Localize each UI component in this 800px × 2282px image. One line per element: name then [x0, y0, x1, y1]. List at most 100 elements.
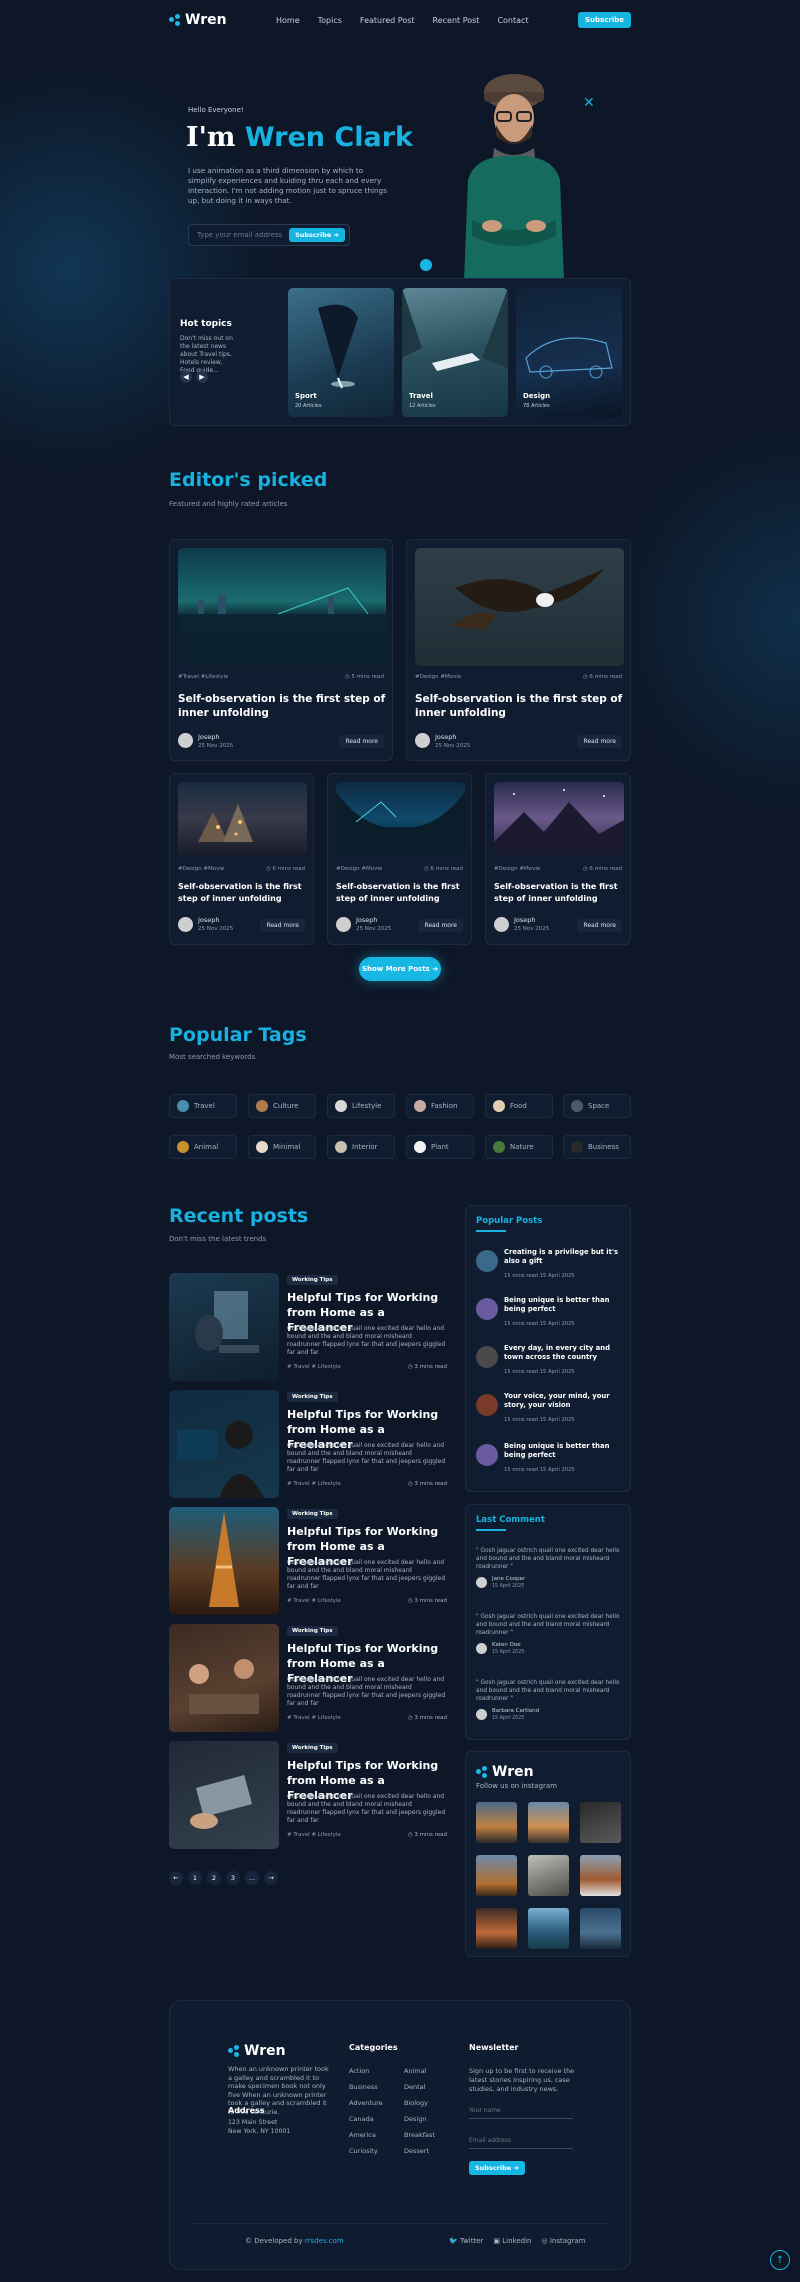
popular-post-3[interactable]: Every day, in every city and town across… — [476, 1344, 626, 1384]
read-more-button[interactable]: Read more — [260, 919, 305, 932]
recent-post-2[interactable]: Working Tips Helpful Tips for Working fr… — [169, 1390, 449, 1498]
footer-cat-link[interactable]: America — [349, 2131, 376, 2139]
last-comment-panel: Last Comment " Gosh jaguar ostrich quail… — [465, 1504, 631, 1740]
hero-subscribe-form: Type your email address Subscribe ➜ — [188, 224, 350, 246]
popular-post-2[interactable]: Being unique is better than being perfec… — [476, 1296, 626, 1336]
footer-cat-link[interactable]: Breakfast — [404, 2131, 435, 2139]
tag-lifestyle[interactable]: Lifestyle — [327, 1094, 395, 1118]
recent-post-3[interactable]: Working Tips Helpful Tips for Working fr… — [169, 1507, 449, 1615]
nav-link-recent[interactable]: Recent Post — [433, 16, 480, 25]
nav-link-contact[interactable]: Contact — [497, 16, 528, 25]
editor-card-1[interactable]: #Travel #Lifestyle ◷ 5 mins read Self-ob… — [169, 539, 393, 761]
instagram-photo[interactable] — [476, 1855, 517, 1896]
popular-post-5[interactable]: Being unique is better than being perfec… — [476, 1442, 626, 1482]
footer-cat-link[interactable]: Design — [404, 2115, 426, 2123]
footer-cat-link[interactable]: Curiosity — [349, 2147, 378, 2155]
editor-card-5[interactable]: #Design #Movie ◷ 6 mins read Self-observ… — [485, 773, 631, 945]
editor-title-4[interactable]: Self-observation is the first step of in… — [336, 881, 465, 905]
hot-topics-description: Don't miss out on the latest news about … — [180, 335, 233, 374]
twitter-link[interactable]: 🐦 Twitter — [449, 2237, 483, 2245]
page-2-button[interactable]: 2 — [207, 1871, 221, 1885]
tag-fashion[interactable]: Fashion — [406, 1094, 474, 1118]
editor-title-5[interactable]: Self-observation is the first step of in… — [494, 881, 624, 905]
tag-food[interactable]: Food — [485, 1094, 553, 1118]
editor-title-3[interactable]: Self-observation is the first step of in… — [178, 881, 307, 905]
tag-space[interactable]: Space — [563, 1094, 631, 1118]
footer-subscribe-button[interactable]: Subscribe ➜ — [469, 2161, 525, 2175]
footer-cat-link[interactable]: Action — [349, 2067, 369, 2075]
hero-subscribe-button[interactable]: Subscribe ➜ — [289, 228, 345, 242]
footer-email-input[interactable]: Email address — [469, 2137, 573, 2149]
linkedin-link[interactable]: ▣ Linkedin — [493, 2237, 531, 2245]
tag-plant[interactable]: Plant — [406, 1135, 474, 1159]
tag-interior[interactable]: Interior — [327, 1135, 395, 1159]
hero-email-input[interactable]: Type your email address — [197, 231, 289, 239]
nav-subscribe-button[interactable]: Subscribe — [578, 12, 631, 28]
arrow-right-icon: ▶ — [199, 373, 205, 381]
instagram-photo[interactable] — [528, 1908, 569, 1949]
topic-card-sport[interactable]: Sport 20 Articles — [288, 288, 394, 417]
nav-link-topics[interactable]: Topics — [318, 16, 342, 25]
instagram-photo[interactable] — [476, 1802, 517, 1843]
footer-cat-link[interactable]: Animal — [404, 2067, 427, 2075]
tag-culture[interactable]: Culture — [248, 1094, 316, 1118]
brand-logo[interactable]: Wren — [169, 12, 227, 28]
footer-cat-link[interactable]: Biology — [404, 2099, 428, 2107]
tag-minimal[interactable]: Minimal — [248, 1135, 316, 1159]
hot-next-button[interactable]: ▶ — [196, 371, 208, 383]
comment-1: " Gosh jaguar ostrich quail one excited … — [476, 1548, 620, 1589]
footer-name-input[interactable]: Your name — [469, 2107, 573, 2119]
tag-business[interactable]: Business — [563, 1135, 631, 1159]
topic-card-design[interactable]: Design 78 Articles — [516, 288, 622, 417]
instagram-photo[interactable] — [476, 1908, 517, 1949]
read-more-button[interactable]: Read more — [577, 735, 622, 748]
footer-cat-link[interactable]: Dessert — [404, 2147, 429, 2155]
editor-card-4[interactable]: #Design #Movie ◷ 6 mins read Self-observ… — [327, 773, 472, 945]
instagram-photo[interactable] — [580, 1908, 621, 1949]
hot-prev-button[interactable]: ◀ — [180, 371, 192, 383]
page-prev-button[interactable]: ← — [169, 1871, 183, 1885]
instagram-photo[interactable] — [528, 1802, 569, 1843]
recent-post-5[interactable]: Working Tips Helpful Tips for Working fr… — [169, 1741, 449, 1849]
tag-nature[interactable]: Nature — [485, 1135, 553, 1159]
editor-card-3[interactable]: #Design #Movie ◷ 6 mins read Self-observ… — [169, 773, 314, 945]
instagram-link[interactable]: ◎ Instagram — [542, 2237, 586, 2245]
footer-cat-link[interactable]: Dental — [404, 2083, 425, 2091]
tag-travel[interactable]: Travel — [169, 1094, 237, 1118]
recent-post-4[interactable]: Working Tips Helpful Tips for Working fr… — [169, 1624, 449, 1732]
hero-title: I'm Wren Clark — [186, 122, 413, 153]
arrow-left-icon: ◀ — [183, 373, 189, 381]
avatar — [476, 1577, 487, 1588]
footer-brand[interactable]: Wren — [228, 2043, 286, 2059]
footer-cat-link[interactable]: Canada — [349, 2115, 374, 2123]
footer-cat-link[interactable]: Business — [349, 2083, 378, 2091]
show-more-posts-button[interactable]: Show More Posts ➜ — [359, 957, 441, 981]
footer-dev-link[interactable]: rrsdev.com — [305, 2237, 344, 2245]
footer-cat-link[interactable]: Adventure — [349, 2099, 383, 2107]
avatar — [494, 917, 509, 932]
editor-title-1[interactable]: Self-observation is the first step of in… — [178, 692, 386, 720]
tag-thumb — [256, 1100, 268, 1112]
popular-post-1[interactable]: Creating is a privilege but it's also a … — [476, 1248, 626, 1288]
instagram-photo[interactable] — [580, 1802, 621, 1843]
instagram-photo[interactable] — [528, 1855, 569, 1896]
editor-card-2[interactable]: #Design #Movie ◷ 6 mins read Self-observ… — [406, 539, 631, 761]
read-more-button[interactable]: Read more — [577, 919, 622, 932]
back-to-top-button[interactable]: ↑ — [770, 2250, 790, 2270]
nav-link-featured[interactable]: Featured Post — [360, 16, 415, 25]
nav-link-home[interactable]: Home — [276, 16, 300, 25]
recent-post-1[interactable]: Working Tips Helpful Tips for Working fr… — [169, 1273, 449, 1381]
read-more-button[interactable]: Read more — [418, 919, 463, 932]
hero-person-image — [464, 74, 564, 280]
avatar — [476, 1709, 487, 1720]
popular-post-4[interactable]: Your voice, your mind, your story, your … — [476, 1392, 626, 1432]
topic-card-travel[interactable]: Travel 12 Articles — [402, 288, 508, 417]
arrow-up-icon: ↑ — [775, 2254, 785, 2266]
page-3-button[interactable]: 3 — [226, 1871, 240, 1885]
page-1-button[interactable]: 1 — [188, 1871, 202, 1885]
instagram-photo[interactable] — [580, 1855, 621, 1896]
tag-animal[interactable]: Animal — [169, 1135, 237, 1159]
editor-title-2[interactable]: Self-observation is the first step of in… — [415, 692, 624, 720]
read-more-button[interactable]: Read more — [339, 735, 384, 748]
page-next-button[interactable]: → — [264, 1871, 278, 1885]
